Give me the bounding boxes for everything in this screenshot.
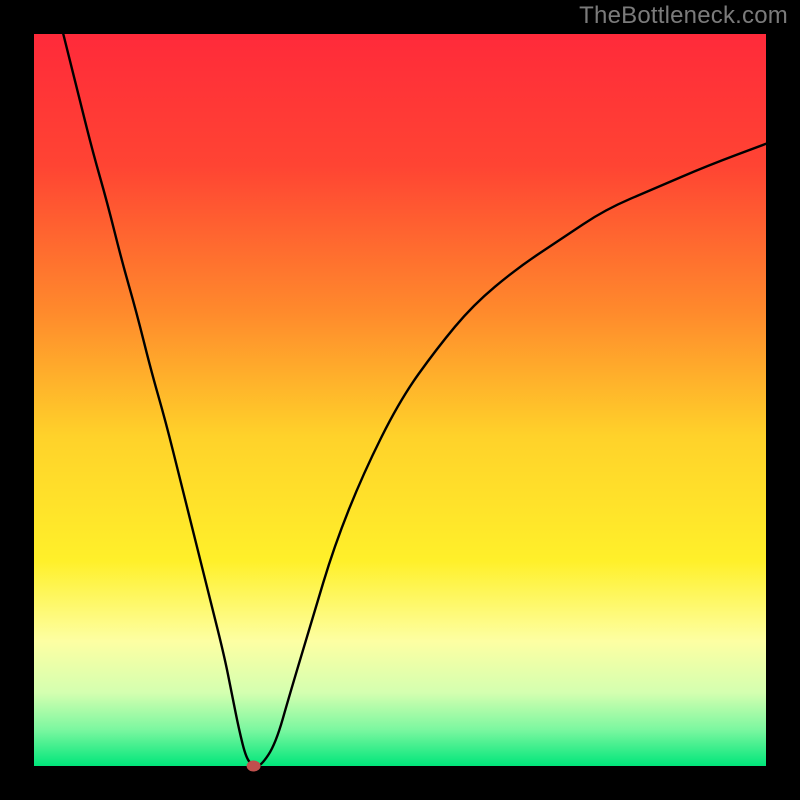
- chart-container: TheBottleneck.com: [0, 0, 800, 800]
- watermark-text: TheBottleneck.com: [579, 2, 788, 30]
- bottleneck-chart: [0, 0, 800, 800]
- plot-area: [34, 34, 766, 766]
- minimum-dot: [247, 761, 261, 772]
